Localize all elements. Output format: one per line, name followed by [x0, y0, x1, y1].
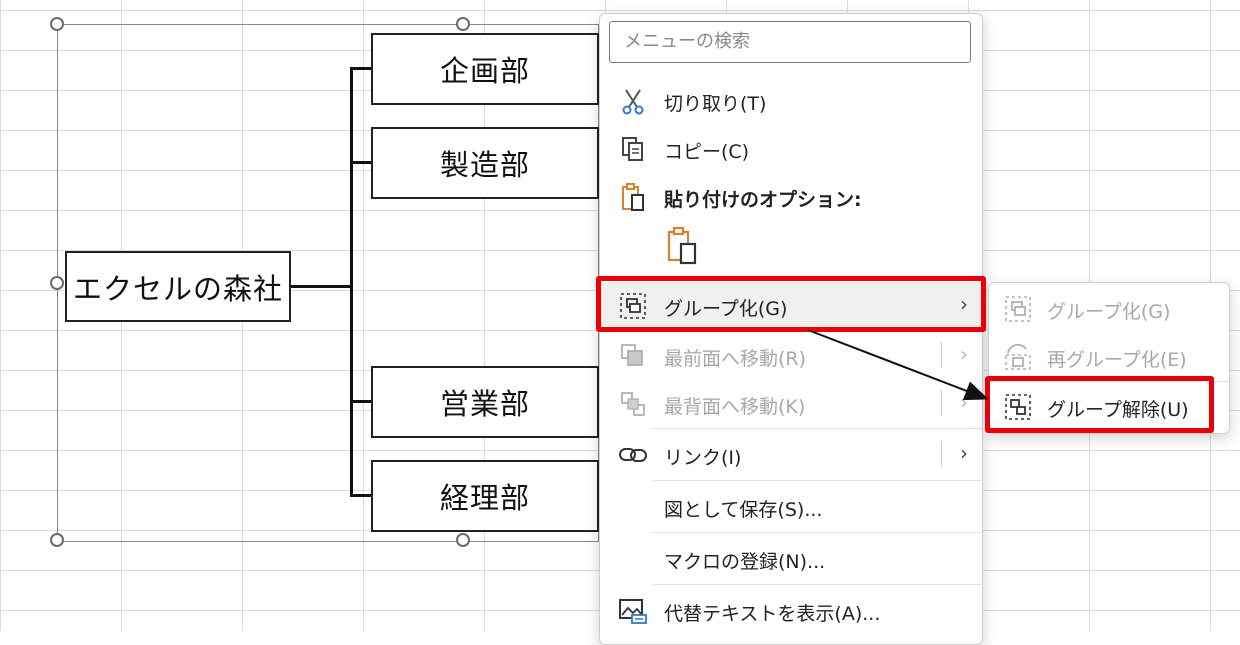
connector-branch-2 — [350, 161, 372, 164]
org-box-planning[interactable]: 企画部 — [371, 33, 599, 105]
menu-item-paste-options-label: 貼り付けのオプション: — [664, 189, 862, 211]
paste-keep-source-icon — [665, 226, 699, 270]
group-icon — [1003, 294, 1033, 324]
menu-separator — [652, 480, 982, 481]
menu-item-cut[interactable]: 切り取り(T) — [600, 77, 982, 123]
menu-separator — [652, 428, 982, 429]
connector-branch-3 — [350, 400, 372, 403]
link-icon — [618, 440, 648, 470]
menu-separator — [652, 584, 982, 585]
submenu-item-regroup-label: 再グループ化(E) — [1047, 349, 1187, 371]
split-divider — [941, 390, 942, 416]
send-to-back-icon — [618, 389, 648, 419]
submenu-item-regroup[interactable]: 再グループ化(E) — [989, 333, 1229, 379]
menu-item-send-to-back-label: 最背面へ移動(K) — [664, 396, 806, 418]
paste-icon — [618, 182, 648, 212]
paste-option-button[interactable] — [660, 224, 704, 272]
bring-to-front-icon — [618, 341, 648, 371]
connector-branch-1 — [350, 67, 372, 70]
resize-handle-bottom-left[interactable] — [50, 533, 64, 547]
menu-item-bring-to-front[interactable]: 最前面へ移動(R) › — [600, 332, 982, 378]
menu-item-assign-macro-label: マクロの登録(N)... — [664, 551, 826, 573]
submenu-item-group-label: グループ化(G) — [1047, 301, 1171, 323]
menu-item-copy[interactable]: コピー(C) — [600, 125, 982, 171]
chevron-right-icon: › — [960, 342, 968, 366]
resize-handle-top-center[interactable] — [456, 17, 470, 31]
split-divider — [941, 441, 942, 467]
menu-item-alt-text-label: 代替テキストを表示(A)... — [664, 603, 881, 625]
menu-item-assign-macro[interactable]: マクロの登録(N)... — [600, 535, 982, 581]
submenu-item-group[interactable]: グループ化(G) — [989, 285, 1229, 331]
org-box-sales[interactable]: 営業部 — [371, 366, 599, 438]
resize-handle-middle-left[interactable] — [50, 276, 64, 290]
menu-item-cut-label: 切り取り(T) — [664, 93, 767, 115]
connector-trunk — [350, 67, 353, 497]
chevron-right-icon: › — [960, 390, 968, 414]
menu-separator — [652, 532, 982, 533]
highlight-group-item — [596, 276, 986, 332]
menu-item-alt-text[interactable]: 代替テキストを表示(A)... — [600, 587, 982, 633]
connector-branch-4 — [350, 494, 372, 497]
org-box-accounting[interactable]: 経理部 — [371, 460, 599, 532]
resize-handle-bottom-center[interactable] — [456, 533, 470, 547]
org-box-manufacturing[interactable]: 製造部 — [371, 127, 599, 199]
scissors-icon — [618, 86, 648, 116]
menu-item-send-to-back[interactable]: 最背面へ移動(K) › — [600, 380, 982, 426]
highlight-ungroup-item — [985, 376, 1214, 433]
split-divider — [941, 342, 942, 368]
menu-item-link-label: リンク(I) — [664, 447, 742, 469]
menu-search-box[interactable] — [609, 21, 971, 63]
menu-item-paste-options: 貼り付けのオプション: — [600, 173, 982, 219]
menu-search-input[interactable] — [610, 22, 954, 60]
menu-item-bring-to-front-label: 最前面へ移動(R) — [664, 348, 807, 370]
chevron-right-icon: › — [960, 441, 968, 465]
copy-icon — [618, 134, 648, 164]
menu-item-link[interactable]: リンク(I) › — [600, 431, 982, 477]
org-box-root[interactable]: エクセルの森社 — [65, 251, 291, 322]
menu-item-save-as-picture-label: 図として保存(S)... — [664, 499, 823, 521]
regroup-icon — [1003, 342, 1033, 372]
menu-item-copy-label: コピー(C) — [664, 141, 750, 163]
alt-text-icon — [618, 596, 648, 626]
menu-item-save-as-picture[interactable]: 図として保存(S)... — [600, 483, 982, 529]
resize-handle-top-left[interactable] — [50, 17, 64, 31]
connector-root — [290, 285, 352, 288]
